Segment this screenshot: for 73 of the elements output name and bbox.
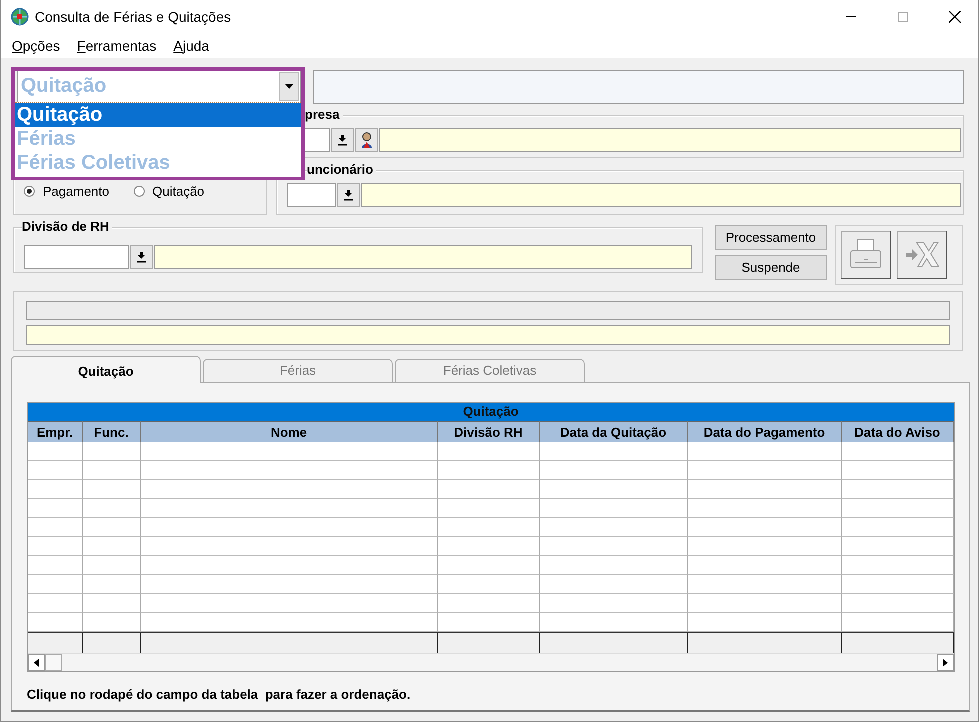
- scroll-thumb[interactable]: [45, 654, 62, 671]
- table-cell: [28, 461, 83, 480]
- tab[interactable]: Férias: [203, 359, 393, 382]
- name-field[interactable]: [361, 183, 961, 207]
- scroll-right-icon: [943, 658, 948, 666]
- description-field[interactable]: [313, 70, 964, 104]
- download-arrow-icon: [137, 252, 146, 262]
- download-arrow-icon: [344, 190, 353, 200]
- radio-button[interactable]: Pagamento: [24, 184, 110, 199]
- code-field[interactable]: [287, 183, 336, 207]
- globe-icon: [11, 8, 29, 26]
- group-label: uncionário: [307, 162, 376, 177]
- table-title: Quitação: [28, 403, 954, 421]
- column-header[interactable]: Data da Quitação: [540, 421, 688, 442]
- table-cell: [28, 594, 83, 613]
- name-field[interactable]: [154, 245, 692, 269]
- footer-cell[interactable]: [688, 633, 842, 653]
- radio-button[interactable]: Quitação: [134, 184, 205, 199]
- tab[interactable]: Férias Coletivas: [395, 359, 585, 382]
- table-cell: [28, 480, 83, 499]
- lookup-button[interactable]: [331, 128, 354, 152]
- table-cell: [83, 480, 141, 499]
- table-cell: [83, 594, 141, 613]
- tab[interactable]: Quitação: [11, 356, 201, 383]
- table-cell: [28, 518, 83, 537]
- table-cell: [83, 575, 141, 594]
- dropdown-option[interactable]: Quitação: [15, 103, 301, 127]
- lookup-button[interactable]: [130, 245, 153, 269]
- table-cell: [28, 613, 83, 632]
- footer-cell[interactable]: [438, 633, 540, 653]
- table-cell: [28, 575, 83, 594]
- horizontal-scrollbar[interactable]: [28, 653, 954, 671]
- lookup-button[interactable]: [337, 183, 360, 207]
- table-cell: [83, 537, 141, 556]
- code-field[interactable]: [24, 245, 129, 269]
- footer-cell[interactable]: [83, 633, 141, 653]
- table-cell: [28, 537, 83, 556]
- person-button[interactable]: [355, 128, 378, 152]
- menu-item[interactable]: Opções: [12, 38, 60, 54]
- hint-text: Clique no rodapé do campo da tabela para fazer a ordenação.: [27, 687, 412, 702]
- name-field[interactable]: [379, 128, 961, 152]
- maximize-icon: [898, 12, 908, 22]
- window-title: Consulta de Férias e Quitações: [35, 9, 232, 25]
- table-cell: [83, 461, 141, 480]
- scroll-left-icon: [34, 658, 39, 666]
- column-header[interactable]: Divisão RH: [438, 421, 540, 442]
- footer-cell[interactable]: [540, 633, 688, 653]
- column-header[interactable]: Func.: [83, 421, 141, 442]
- download-arrow-icon: [338, 134, 347, 146]
- column-header[interactable]: Nome: [141, 421, 438, 442]
- table-cell: [28, 442, 83, 461]
- group-label: Divisão de RH: [22, 219, 112, 234]
- table-cell: [83, 613, 141, 632]
- table-cell: [83, 442, 141, 461]
- table-cell: [83, 556, 141, 575]
- menu-item[interactable]: Ajuda: [174, 38, 210, 54]
- spreadsheet-export-icon: [905, 240, 939, 270]
- column-header[interactable]: Data do Aviso: [842, 421, 954, 442]
- close-icon: [949, 11, 961, 23]
- table-cell: [83, 518, 141, 537]
- footer-cell[interactable]: [28, 633, 83, 653]
- table-cell: [28, 499, 83, 518]
- action-button[interactable]: Processamento: [715, 225, 827, 250]
- table-cell: [83, 499, 141, 518]
- table-cell: [28, 556, 83, 575]
- person-icon: [360, 132, 374, 148]
- menu-item[interactable]: Ferramentas: [77, 38, 157, 54]
- dropdown-arrow-icon: [284, 84, 294, 89]
- column-header[interactable]: Empr.: [28, 421, 83, 442]
- footer-cell[interactable]: [842, 633, 954, 653]
- footer-cell[interactable]: [141, 633, 438, 653]
- action-button[interactable]: Suspende: [715, 255, 827, 280]
- column-header[interactable]: Data do Pagamento: [688, 421, 842, 442]
